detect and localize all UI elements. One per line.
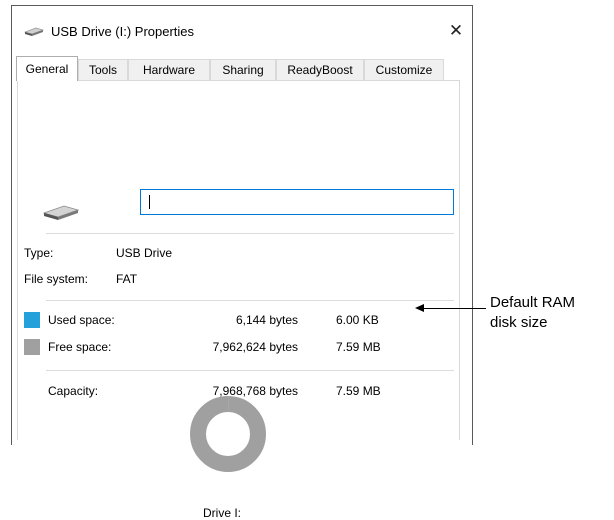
tab-readyboost[interactable]: ReadyBoost — [276, 59, 364, 80]
used-space-bytes: 6,144 bytes — [235, 313, 298, 327]
donut-free-slice — [190, 396, 266, 472]
divider-middle — [46, 300, 454, 301]
type-label: Type: — [24, 246, 54, 260]
annotation-line-2: disk size — [490, 314, 548, 331]
free-space-size: 7.59 MB — [336, 340, 381, 354]
free-space-swatch — [24, 339, 40, 355]
window-title: USB Drive (I:) Properties — [51, 24, 195, 39]
annotation-arrow-line — [420, 308, 486, 309]
text-caret — [149, 195, 150, 209]
used-space-swatch — [24, 312, 40, 328]
tab-sharing[interactable]: Sharing — [210, 59, 276, 80]
annotation-callout: Default RAM disk size — [490, 293, 575, 333]
file-system-label: File system: — [24, 272, 89, 286]
close-button[interactable]: ✕ — [440, 16, 472, 46]
type-value: USB Drive — [116, 246, 173, 260]
tab-hardware[interactable]: Hardware — [128, 59, 210, 80]
used-space-label: Used space: — [48, 313, 115, 327]
tab-tools[interactable]: Tools — [78, 59, 128, 80]
usb-drive-large-icon — [42, 201, 80, 224]
tab-general[interactable]: General — [16, 56, 78, 81]
annotation-line-1: Default RAM — [490, 294, 576, 311]
free-space-bytes: 7,962,624 bytes — [212, 340, 298, 354]
divider-top — [46, 233, 454, 234]
title-bar: USB Drive (I:) Properties ✕ — [12, 6, 472, 58]
usb-drive-icon — [24, 24, 44, 39]
file-system-value: FAT — [116, 272, 138, 286]
general-panel: Type: USB Drive File system: FAT Used sp… — [17, 80, 460, 520]
capacity-size: 7.59 MB — [336, 384, 381, 398]
tab-customize[interactable]: Customize — [364, 59, 444, 80]
divider-bottom — [46, 370, 454, 371]
drive-caption: Drive I: — [203, 506, 242, 520]
drive-name-input[interactable] — [140, 189, 454, 215]
capacity-label: Capacity: — [48, 384, 99, 398]
free-space-label: Free space: — [48, 340, 112, 354]
space-donut-chart — [190, 396, 266, 472]
used-space-size: 6.00 KB — [336, 313, 379, 327]
